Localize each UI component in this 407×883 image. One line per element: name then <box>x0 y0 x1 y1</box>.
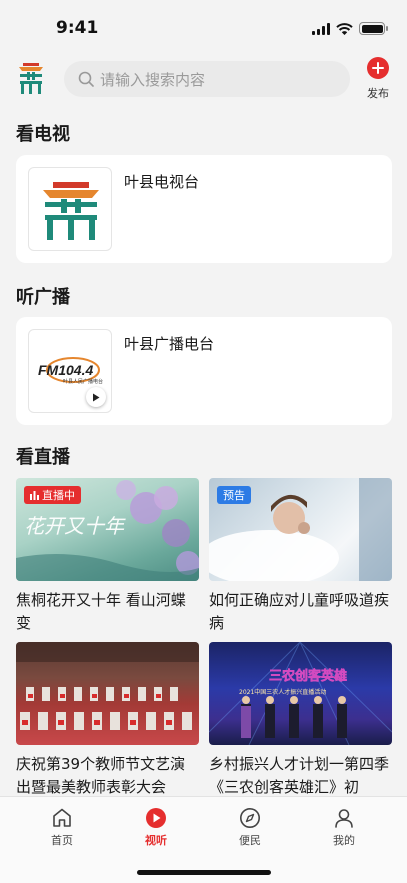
play-icon <box>146 808 166 828</box>
tab-services[interactable]: 便民 <box>220 807 280 848</box>
live-status-badge: 直播中 <box>24 486 81 504</box>
tab-home-label: 首页 <box>51 834 73 847</box>
live-title: 焦桐花开又十年 看山河蝶变 <box>16 591 186 632</box>
audience-illustration <box>16 642 199 730</box>
search-icon <box>78 71 94 87</box>
radio-station-card[interactable]: FM104.4 叶县人民广播电台 叶县广播电台 <box>16 317 392 425</box>
radio-station-name: 叶县广播电台 <box>124 335 215 353</box>
user-icon <box>335 809 353 828</box>
status-time: 9:41 <box>56 18 99 38</box>
live-bars-icon <box>30 490 39 500</box>
live-title: 乡村振兴人才计划一第四季《三农创客英雄汇》初 <box>209 755 390 796</box>
tv-station-name: 叶县电视台 <box>124 173 200 191</box>
live-thumbnail[interactable]: 花开又十年 直播中 <box>16 478 199 581</box>
radio-logo-subtext: 叶县人民广播电台 <box>63 378 103 385</box>
thumbnail-overlay-subtext: 2021中国三农人才振兴直播活动 <box>239 688 326 696</box>
search-placeholder: 请输入搜索内容 <box>100 70 206 89</box>
tv-station-card[interactable]: 叶县电视台 <box>16 155 392 263</box>
live-badge-label: 直播中 <box>42 489 75 502</box>
header: 请输入搜索内容 发布 <box>0 55 407 105</box>
tv-station-logo <box>28 167 112 251</box>
play-icon[interactable] <box>86 387 106 407</box>
wifi-icon <box>336 22 353 35</box>
tab-services-label: 便民 <box>239 834 261 847</box>
plus-icon <box>367 57 389 79</box>
tab-media-label: 视听 <box>145 834 167 847</box>
section-title-radio: 听广播 <box>16 287 70 308</box>
live-item-2[interactable]: 庆祝第39个教师节文艺演出暨最美教师表彰大会 <box>16 642 199 799</box>
section-title-tv: 看电视 <box>16 124 70 145</box>
search-input[interactable]: 请输入搜索内容 <box>64 61 350 97</box>
status-bar: 9:41 <box>0 0 407 50</box>
app-logo-icon[interactable] <box>16 61 46 95</box>
radio-logo-text: FM104.4 <box>38 362 93 378</box>
live-thumbnail[interactable] <box>16 642 199 745</box>
preview-badge-label: 预告 <box>223 489 245 502</box>
live-item-1[interactable]: 预告 如何正确应对儿童呼吸道疾病 <box>209 478 392 635</box>
tab-profile[interactable]: 我的 <box>314 807 374 848</box>
tv-logo-icon <box>43 182 99 240</box>
tab-home[interactable]: 首页 <box>32 807 92 848</box>
home-indicator <box>137 870 271 875</box>
publish-button[interactable]: 发布 <box>365 57 391 101</box>
tab-media[interactable]: 视听 <box>126 807 186 848</box>
status-icons <box>312 22 388 35</box>
stage-illustration: 三农创客英雄 2021中国三农人才振兴直播活动 <box>209 642 392 745</box>
compass-icon <box>240 808 260 828</box>
thumbnail-overlay-text: 花开又十年 <box>24 514 126 538</box>
live-title: 如何正确应对儿童呼吸道疾病 <box>209 591 390 632</box>
live-item-3[interactable]: 三农创客英雄 2021中国三农人才振兴直播活动 乡村振兴人才计划一第四季《三农创… <box>209 642 392 799</box>
radio-station-logo: FM104.4 叶县人民广播电台 <box>28 329 112 413</box>
home-icon <box>53 808 71 827</box>
live-title: 庆祝第39个教师节文艺演出暨最美教师表彰大会 <box>16 755 186 796</box>
live-thumbnail[interactable]: 预告 <box>209 478 392 581</box>
tab-profile-label: 我的 <box>333 834 355 847</box>
publish-label: 发布 <box>367 87 389 100</box>
thumbnail-overlay-text: 三农创客英雄 <box>269 668 347 684</box>
cellular-signal-icon <box>312 22 330 35</box>
battery-icon <box>359 22 388 35</box>
preview-badge: 预告 <box>217 486 251 504</box>
live-item-0[interactable]: 花开又十年 直播中 焦桐花开又十年 看山河蝶变 <box>16 478 199 635</box>
live-thumbnail[interactable]: 三农创客英雄 2021中国三农人才振兴直播活动 <box>209 642 392 745</box>
section-title-live: 看直播 <box>16 447 70 468</box>
